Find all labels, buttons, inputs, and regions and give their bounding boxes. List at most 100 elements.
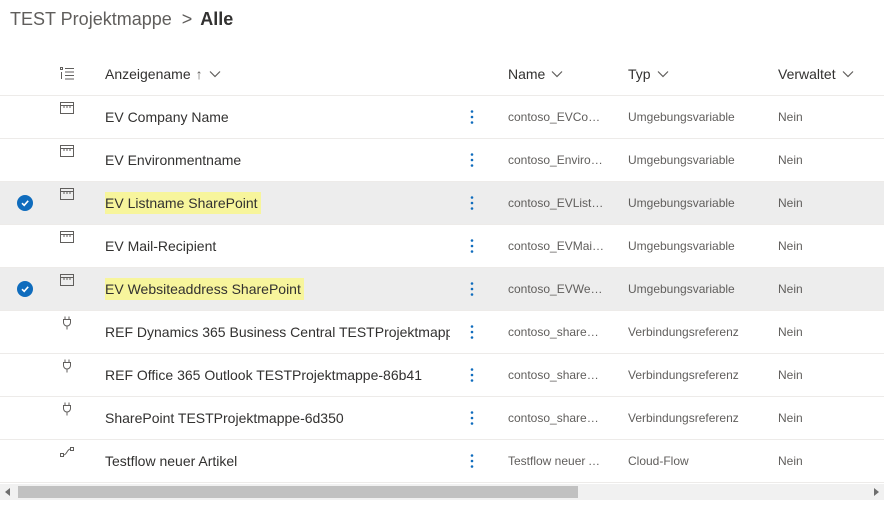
display-name-text: EV Websiteaddress SharePoint: [105, 278, 304, 300]
managed-text: Nein: [778, 239, 803, 253]
table-row[interactable]: EV Company Name contoso_EVCom... Umgebun…: [0, 96, 884, 139]
grid-body: EV Company Name contoso_EVCom... Umgebun…: [0, 96, 884, 483]
more-vertical-icon: [470, 110, 474, 124]
row-select-checkbox[interactable]: [15, 268, 35, 310]
managed-cell: Nein: [778, 225, 858, 267]
name-text: contoso_EVWebs...: [508, 282, 605, 296]
component-type-icon-cell: [59, 345, 75, 387]
checkmark-icon: [17, 281, 33, 297]
row-select-checkbox[interactable]: [15, 354, 35, 396]
display-name-cell[interactable]: EV Mail-Recipient: [105, 225, 450, 267]
column-header-display-name[interactable]: Anzeigename ↑: [105, 52, 221, 95]
display-name-cell[interactable]: EV Company Name: [105, 96, 450, 138]
table-row[interactable]: REF Dynamics 365 Business Central TESTPr…: [0, 311, 884, 354]
environment-variable-icon: [60, 274, 74, 286]
more-commands-button[interactable]: [464, 96, 480, 138]
environment-variable-icon: [60, 102, 74, 114]
chevron-down-icon: [842, 70, 854, 78]
more-commands-button[interactable]: [464, 268, 480, 310]
scrollbar-thumb[interactable]: [18, 486, 578, 498]
display-name-text: SharePoint TESTProjektmappe-6d350: [105, 410, 344, 426]
more-commands-button[interactable]: [464, 440, 480, 482]
name-text: contoso_EVCom...: [508, 110, 605, 124]
row-select-checkbox[interactable]: [15, 311, 35, 353]
row-select-checkbox[interactable]: [15, 397, 35, 439]
type-text: Umgebungsvariable: [628, 153, 735, 167]
table-row[interactable]: REF Office 365 Outlook TESTProjektmappe-…: [0, 354, 884, 397]
name-text: contoso_EVMailR...: [508, 239, 605, 253]
component-type-icon-cell: [59, 216, 75, 258]
more-commands-button[interactable]: [464, 225, 480, 267]
name-cell: contoso_EVMailR...: [508, 225, 608, 267]
managed-text: Nein: [778, 110, 803, 124]
more-commands-button[interactable]: [464, 139, 480, 181]
more-commands-button[interactable]: [464, 311, 480, 353]
more-commands-button[interactable]: [464, 182, 480, 224]
column-header-name[interactable]: Name: [508, 52, 563, 95]
scroll-left-button[interactable]: [0, 484, 16, 500]
row-select-checkbox[interactable]: [15, 182, 35, 224]
solution-components-grid: Anzeigename ↑ Name Typ Verwaltet EV Comp…: [0, 52, 884, 483]
row-select-checkbox[interactable]: [15, 139, 35, 181]
display-name-cell[interactable]: EV Listname SharePoint: [105, 182, 450, 224]
more-vertical-icon: [470, 411, 474, 425]
type-text: Umgebungsvariable: [628, 239, 735, 253]
managed-text: Nein: [778, 368, 803, 382]
more-commands-button[interactable]: [464, 397, 480, 439]
table-row[interactable]: EV Listname SharePoint contoso_EVListe..…: [0, 182, 884, 225]
column-header-type[interactable]: Typ: [628, 52, 669, 95]
breadcrumb-parent-link[interactable]: TEST Projektmappe: [10, 9, 172, 30]
component-type-icon-cell: [59, 259, 75, 301]
managed-cell: Nein: [778, 139, 858, 181]
component-type-icon-cell: [59, 87, 75, 129]
display-name-text: Testflow neuer Artikel: [105, 453, 238, 469]
managed-text: Nein: [778, 282, 803, 296]
name-text: contoso_shareds...: [508, 411, 605, 425]
table-row[interactable]: EV Websiteaddress SharePoint contoso_EVW…: [0, 268, 884, 311]
component-type-icon-cell: [59, 431, 75, 473]
display-name-text: REF Office 365 Outlook TESTProjektmappe-…: [105, 367, 422, 383]
type-cell: Umgebungsvariable: [628, 225, 768, 267]
row-select-checkbox[interactable]: [15, 440, 35, 482]
chevron-down-icon: [657, 70, 669, 78]
managed-text: Nein: [778, 454, 803, 468]
type-text: Verbindungsreferenz: [628, 411, 739, 425]
managed-cell: Nein: [778, 182, 858, 224]
scroll-right-button[interactable]: [868, 484, 884, 500]
type-text: Verbindungsreferenz: [628, 325, 739, 339]
component-type-icon-cell: [59, 173, 75, 215]
managed-text: Nein: [778, 325, 803, 339]
breadcrumb-separator: >: [181, 8, 193, 29]
type-text: Umgebungsvariable: [628, 282, 735, 296]
more-vertical-icon: [470, 196, 474, 210]
display-name-cell[interactable]: REF Office 365 Outlook TESTProjektmappe-…: [105, 354, 450, 396]
managed-cell: Nein: [778, 354, 858, 396]
type-text: Umgebungsvariable: [628, 110, 735, 124]
name-text: contoso_sharedd...: [508, 325, 605, 339]
name-cell: contoso_EVCom...: [508, 96, 608, 138]
plug-icon: [62, 359, 72, 373]
display-name-cell[interactable]: SharePoint TESTProjektmappe-6d350: [105, 397, 450, 439]
more-vertical-icon: [470, 282, 474, 296]
type-text: Verbindungsreferenz: [628, 368, 739, 382]
caret-left-icon: [5, 488, 10, 496]
display-name-cell[interactable]: Testflow neuer Artikel: [105, 440, 450, 482]
row-select-checkbox[interactable]: [15, 225, 35, 267]
table-row[interactable]: EV Mail-Recipient contoso_EVMailR... Umg…: [0, 225, 884, 268]
table-row[interactable]: SharePoint TESTProjektmappe-6d350 contos…: [0, 397, 884, 440]
type-cell: Umgebungsvariable: [628, 96, 768, 138]
display-name-cell[interactable]: EV Websiteaddress SharePoint: [105, 268, 450, 310]
row-select-checkbox[interactable]: [15, 96, 35, 138]
column-header-managed-label: Verwaltet: [778, 65, 836, 82]
environment-variable-icon: [60, 145, 74, 157]
managed-text: Nein: [778, 411, 803, 425]
display-name-text: EV Mail-Recipient: [105, 238, 217, 254]
display-name-cell[interactable]: REF Dynamics 365 Business Central TESTPr…: [105, 311, 450, 353]
column-header-managed[interactable]: Verwaltet: [778, 52, 854, 95]
horizontal-scrollbar[interactable]: [0, 484, 884, 500]
type-text: Cloud-Flow: [628, 454, 689, 468]
table-row[interactable]: Testflow neuer Artikel Testflow neuer Ar…: [0, 440, 884, 483]
table-row[interactable]: EV Environmentname contoso_Environ... Um…: [0, 139, 884, 182]
more-commands-button[interactable]: [464, 354, 480, 396]
display-name-cell[interactable]: EV Environmentname: [105, 139, 450, 181]
